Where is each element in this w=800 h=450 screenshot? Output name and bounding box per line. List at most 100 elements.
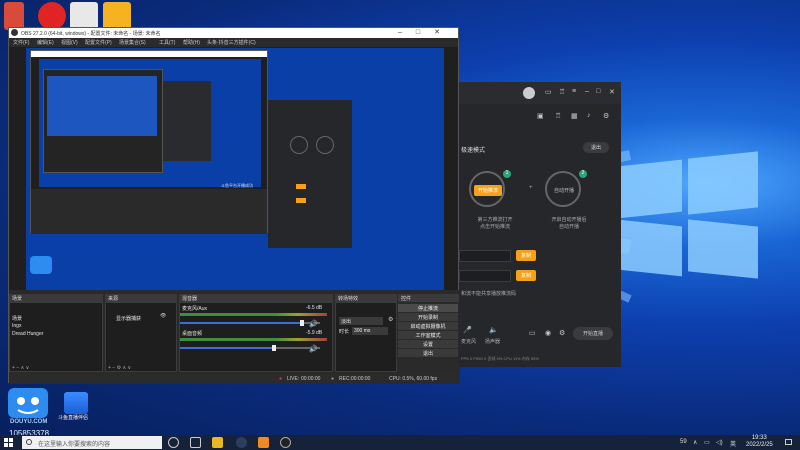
tray-arrow-icon[interactable]: ∧ — [693, 439, 697, 446]
bell-icon[interactable]: ♪ — [587, 112, 591, 119]
scene-item[interactable]: 场景 — [12, 315, 22, 322]
calendar-icon[interactable]: ▦ — [571, 112, 578, 120]
step-badge: 2 — [579, 170, 587, 178]
live-indicator-icon: ● — [279, 376, 283, 382]
scenes-dock-header: 场景 — [9, 294, 103, 302]
menu-icon[interactable]: ≡ — [572, 88, 576, 95]
exit-mode-button[interactable]: 退出 — [583, 142, 609, 153]
speaker-icon[interactable]: 🔊 — [309, 320, 318, 328]
start-recording-button[interactable]: 开始录制 — [398, 313, 458, 321]
maximize-icon[interactable]: □ — [596, 88, 600, 95]
stream-key-field[interactable] — [459, 270, 511, 282]
transitions-dock-header: 转场特效 — [335, 294, 397, 302]
sources-list: 显示器捕获 👁 + − ⚙ ∧ ∨ — [105, 302, 177, 372]
server-url-field[interactable] — [459, 250, 511, 262]
douyu-taskbar-icon[interactable] — [258, 437, 269, 448]
mixer-channel-level: -6.5 dB — [306, 305, 323, 311]
notification-icon[interactable] — [785, 439, 792, 445]
speaker-icon[interactable]: 🔈 — [489, 326, 498, 334]
volume-slider[interactable] — [180, 345, 320, 351]
steam-icon[interactable] — [236, 437, 247, 448]
menu-file[interactable]: 文件(F) — [13, 39, 29, 46]
menu-help[interactable]: 帮助(H) — [183, 39, 200, 46]
microphone-icon[interactable]: 🎤 — [463, 326, 472, 334]
go-live-button[interactable]: 开始直播 — [573, 327, 613, 340]
steam-like-icon[interactable] — [70, 2, 98, 30]
menu-profile[interactable]: 配置文件(P) — [85, 39, 112, 46]
settings-button[interactable]: 设置 — [398, 340, 458, 348]
audio-meter — [180, 338, 327, 341]
minimize-icon[interactable]: – — [585, 88, 589, 95]
gift-icon[interactable]: ▣ — [537, 112, 544, 120]
transition-select[interactable]: 淡出 — [339, 317, 383, 325]
network-icon[interactable]: ▭ — [704, 439, 710, 446]
message-icon[interactable]: ▭ — [545, 88, 552, 96]
menu-tools[interactable]: 工具(T) — [159, 39, 175, 46]
sources-dock-header: 来源 — [105, 294, 177, 302]
exit-button[interactable]: 退出 — [398, 349, 458, 357]
speaker-icon[interactable]: 🔊 — [309, 345, 318, 353]
studio-mode-button[interactable]: 工作室模式 — [398, 331, 458, 339]
stop-streaming-button[interactable]: 停止推流 — [398, 304, 458, 312]
taskbar-clock[interactable]: 19:33 2022/2/25 — [746, 435, 773, 449]
cortana-icon[interactable] — [168, 437, 179, 448]
volume-slider[interactable] — [180, 320, 320, 326]
trophy-icon[interactable]: ♖ — [555, 112, 561, 120]
trophy-icon[interactable]: ♖ — [559, 88, 565, 96]
scene-item[interactable]: Dread Hunger — [12, 331, 43, 337]
netease-music-icon[interactable] — [38, 2, 66, 30]
clock-date: 2022/2/25 — [746, 442, 773, 448]
scene-toolbar[interactable]: + − ∧ ∨ — [12, 365, 29, 371]
mic-label: 麦克风 — [461, 339, 477, 345]
obs-menubar: 文件(F) 编辑(E) 视图(V) 配置文件(P) 场景集合(S) 工具(T) … — [9, 38, 458, 47]
performance-status: FPS 0 PING 0 丢帧 0% CPU 11% 内存 55% — [461, 356, 539, 361]
auto-live-button[interactable]: 自动开播 — [550, 185, 578, 196]
gear-icon[interactable]: ⚙ — [559, 329, 565, 337]
launcher-icon[interactable] — [103, 2, 131, 30]
copy-url-button[interactable]: 复制 — [516, 250, 536, 261]
douyu-assistant-icon[interactable] — [64, 392, 88, 414]
copy-key-button[interactable]: 复制 — [516, 270, 536, 281]
menu-douyin-plugin[interactable]: 头条·抖音三方插件(C) — [207, 39, 256, 46]
app-icon[interactable] — [4, 2, 24, 30]
taskbar: 在这里输入你要搜索的内容 59 ∧ ▭ ◁) 英 19:33 2022/2/25 — [0, 435, 800, 450]
scene-item[interactable]: Ingx — [12, 323, 21, 329]
menu-edit[interactable]: 编辑(E) — [37, 39, 54, 46]
rec-time: 00:00:00 — [351, 376, 371, 382]
start-stream-button[interactable]: 开始推流 — [474, 185, 502, 196]
mixer-channel-name: 桌面音频 — [182, 331, 203, 337]
speaker-label: 扬声器 — [485, 339, 501, 345]
window-controls[interactable]: –□✕ — [398, 28, 454, 36]
close-icon[interactable]: ✕ — [609, 88, 615, 96]
menu-view[interactable]: 视图(V) — [61, 39, 78, 46]
visibility-eye-icon[interactable]: 👁 — [160, 313, 166, 319]
controls-dock-header: 控件 — [398, 294, 460, 302]
gear-icon[interactable]: ⚙ — [603, 112, 609, 120]
scenes-list: 场景 Ingx Dread Hunger + − ∧ ∨ — [9, 302, 103, 372]
avatar[interactable] — [523, 87, 535, 99]
source-item[interactable]: 显示器捕获 — [116, 315, 141, 322]
duration-input[interactable]: 300 ms — [352, 327, 388, 335]
source-toolbar[interactable]: + − ⚙ ∧ ∨ — [108, 365, 131, 371]
start-windows-icon[interactable] — [4, 438, 13, 447]
obs-taskbar-icon[interactable] — [280, 437, 291, 448]
taskbar-search-input[interactable]: 在这里输入你要搜索的内容 — [22, 436, 162, 449]
menu-scene-collection[interactable]: 场景集合(S) — [119, 39, 146, 46]
task-view-icon[interactable] — [190, 437, 201, 448]
obs-preview-canvas[interactable]: 斗鱼平台开播成功 — [26, 48, 444, 300]
tray-number: 59 — [680, 439, 687, 445]
input-language[interactable]: 英 — [730, 439, 736, 448]
windows-logo-wallpaper — [618, 151, 758, 279]
douyu-desktop-logo-icon[interactable] — [6, 384, 50, 422]
captured-douyu-window — [268, 100, 352, 248]
step-badge: 1 — [503, 170, 511, 178]
volume-icon[interactable]: ◁) — [716, 439, 723, 446]
file-explorer-icon[interactable] — [212, 437, 223, 448]
eye-icon[interactable]: ◉ — [545, 329, 551, 337]
gear-icon[interactable]: ⚙ — [388, 316, 393, 323]
screen-icon[interactable]: ▭ — [529, 329, 536, 337]
live-time: 00:00:00 — [301, 376, 321, 382]
start-virtual-camera-button[interactable]: 启动虚拟摄像机 — [398, 322, 458, 330]
obs-titlebar[interactable]: OBS 27.2.0 (64-bit, windows) - 配置文件: 未命名… — [9, 28, 458, 38]
douyu-topbar: ▭ ♖ ≡ – □ ✕ — [459, 82, 621, 104]
